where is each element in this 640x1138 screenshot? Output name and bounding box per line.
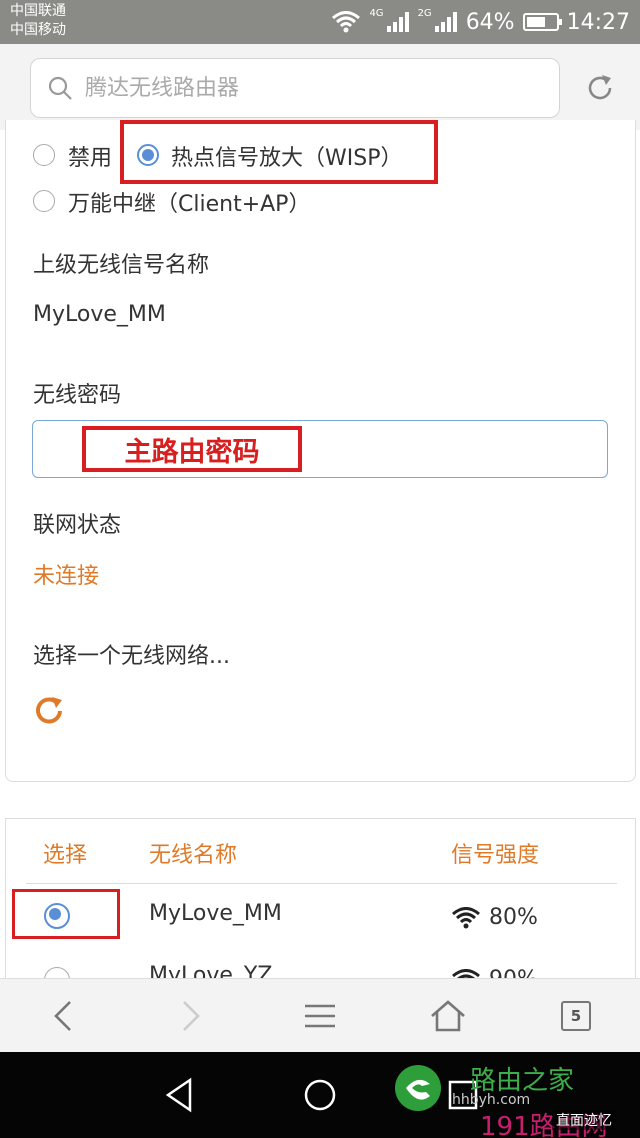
table-row-1-radio[interactable]	[44, 903, 70, 929]
carrier-2: 中国移动	[10, 22, 66, 38]
tab-count: 5	[561, 1001, 591, 1031]
nav-home-icon[interactable]	[297, 1072, 343, 1118]
chevron-left-icon	[54, 1001, 71, 1031]
upstream-ssid-value: MyLove_MM	[33, 302, 166, 327]
back-button[interactable]	[40, 993, 86, 1039]
upstream-ssid-label: 上级无线信号名称	[33, 253, 210, 278]
connection-status-label: 联网状态	[33, 513, 122, 538]
radio-client-ap[interactable]	[33, 190, 55, 212]
table-divider	[26, 883, 617, 884]
network-type-1: 4G	[369, 7, 384, 19]
home-button[interactable]	[425, 993, 471, 1039]
option-client-ap-label: 万能中继（Client+AP）	[68, 192, 311, 217]
status-bar: 中国联通 中国移动 4G 2G 64% 14:27	[0, 0, 640, 44]
battery-icon	[522, 13, 562, 31]
table-row-1-signal: 80%	[451, 905, 538, 930]
menu-button[interactable]	[297, 993, 343, 1039]
wifi-icon	[332, 11, 361, 33]
battery-percent: 64%	[465, 9, 515, 35]
choose-network-label[interactable]: 选择一个无线网络...	[33, 638, 230, 670]
status-indicators: 4G 2G 64% 14:27	[331, 0, 630, 44]
clock: 14:27	[566, 9, 630, 35]
nav-back-icon[interactable]	[156, 1072, 202, 1118]
radio-disable[interactable]	[33, 144, 55, 166]
search-input[interactable]	[85, 59, 545, 117]
forward-button[interactable]	[168, 993, 214, 1039]
home-icon	[431, 1000, 465, 1032]
chevron-right-icon	[183, 1001, 200, 1031]
browser-address-bar	[0, 44, 640, 130]
refresh-networks-icon[interactable]	[32, 694, 66, 728]
option-disable-label: 禁用	[68, 146, 113, 171]
table-row-1-name: MyLove_MM	[149, 901, 282, 926]
signal-icon-1	[386, 12, 409, 32]
watermark-account: 直面迹忆	[552, 1110, 616, 1130]
radio-wisp[interactable]	[137, 144, 159, 166]
android-nav-bar: 路由之家 hhbyh.com 191路由网 直面迹忆	[0, 1052, 640, 1138]
search-icon	[48, 76, 72, 100]
network-type-2: 2G	[417, 7, 432, 19]
wireless-network-table: 选择 无线名称 信号强度 MyLove_MM 80% MyLove_YZ 90%	[5, 818, 636, 980]
table-row-1-signal-value: 80%	[489, 905, 538, 930]
password-annotation: 主路由密码	[82, 426, 302, 472]
header-name: 无线名称	[149, 843, 238, 868]
header-signal: 信号强度	[451, 843, 540, 868]
option-wisp-label: 热点信号放大（WISP）	[171, 146, 403, 171]
password-label: 无线密码	[33, 383, 122, 408]
reload-icon[interactable]	[584, 72, 616, 104]
tabs-button[interactable]: 5	[553, 993, 599, 1039]
browser-toolbar: 5	[0, 978, 640, 1052]
carrier-1: 中国联通	[10, 3, 66, 19]
search-box[interactable]	[30, 58, 560, 118]
watermark-logo-icon	[395, 1065, 441, 1111]
signal-icon-2	[434, 12, 457, 32]
battery-fill	[526, 17, 545, 27]
connection-status-value: 未连接	[33, 564, 100, 589]
hamburger-icon	[305, 1004, 335, 1028]
carrier-info: 中国联通 中国移动	[10, 2, 66, 40]
wifi-signal-icon	[452, 906, 480, 928]
header-select: 选择	[43, 843, 88, 868]
